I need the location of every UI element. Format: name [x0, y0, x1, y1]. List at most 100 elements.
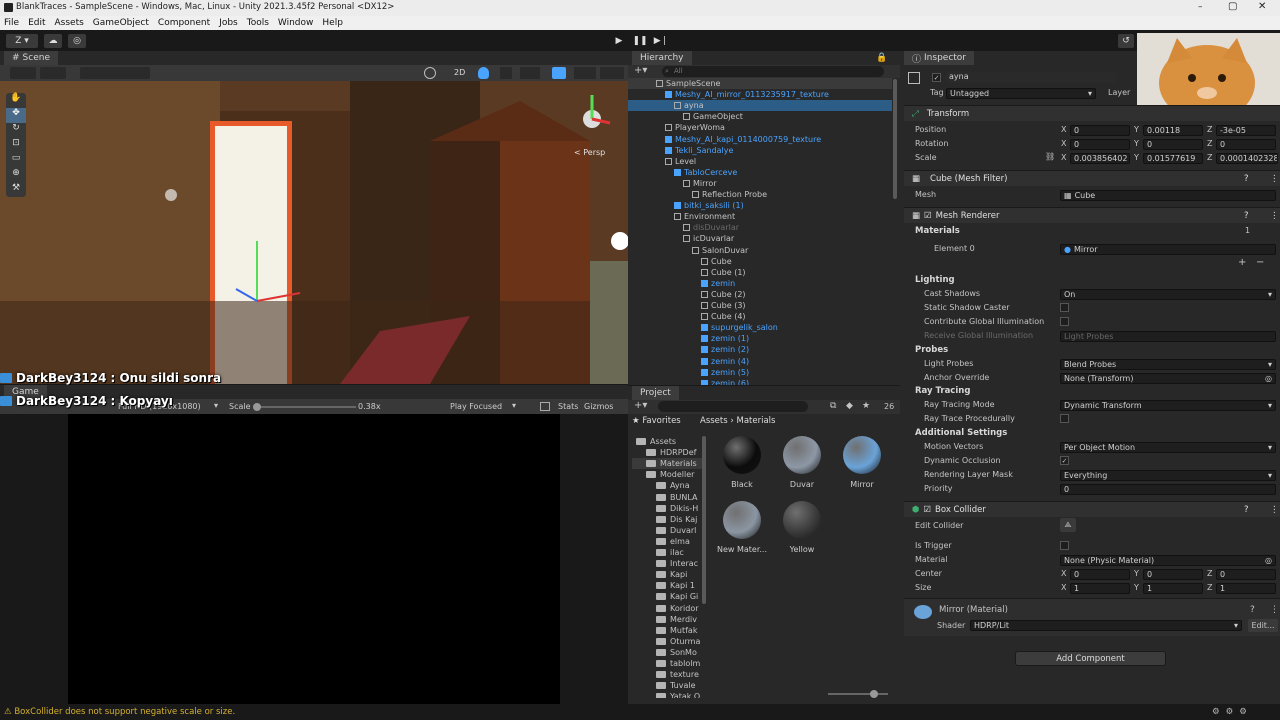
hierarchy-item[interactable]: SalonDuvar [628, 245, 892, 256]
menu-jobs[interactable]: Jobs [219, 18, 238, 28]
material-asset[interactable]: Duvar [774, 436, 830, 489]
anchor-override-field[interactable]: None (Transform) ◎ [1060, 373, 1276, 384]
shader-edit-button[interactable]: Edit... [1248, 619, 1278, 632]
create-asset-button[interactable]: +▾ [634, 400, 647, 411]
scale-slider[interactable] [253, 403, 356, 411]
link-icon[interactable]: ⛓ [1045, 152, 1055, 161]
material-asset[interactable]: Mirror [834, 436, 890, 489]
hierarchy-item[interactable]: zemin (5) [628, 367, 892, 378]
tab-scene[interactable]: # Scene [4, 51, 58, 65]
project-folder[interactable]: SonMo [632, 647, 702, 658]
toggle-2d-button[interactable]: 2D [454, 68, 465, 77]
hierarchy-item[interactable]: zemin (4) [628, 356, 892, 367]
project-folder[interactable]: Koridor [632, 603, 702, 614]
hierarchy-item[interactable]: SampleScene [628, 78, 892, 89]
tab-inspector[interactable]: ⓘ Inspector [904, 51, 974, 65]
hierarchy-item[interactable]: Reflection Probe [628, 189, 892, 200]
rendering-layer-mask-dropdown[interactable]: Everything ▾ [1060, 470, 1276, 481]
audio-toggle-icon[interactable] [500, 67, 512, 79]
scale-y-field[interactable]: 0.01577619 [1143, 153, 1203, 164]
project-folder[interactable]: texture [632, 669, 702, 680]
help-icon[interactable]: ? [1244, 505, 1249, 515]
minimize-button[interactable]: – [1198, 2, 1203, 12]
materials-label[interactable]: Materials [915, 226, 960, 236]
priority-field[interactable]: 0 [1060, 484, 1276, 495]
global-toggle-icon[interactable] [600, 67, 624, 79]
menu-gameobject[interactable]: GameObject [93, 18, 149, 28]
collab-icon[interactable]: ◎ [68, 34, 86, 48]
project-folder[interactable]: Duvarl [632, 525, 702, 536]
hierarchy-item[interactable]: Meshy_AI_kapi_0114000759_texture [628, 134, 892, 145]
menu-assets[interactable]: Assets [55, 18, 84, 28]
hierarchy-item[interactable]: zemin (6) [628, 378, 892, 385]
project-folder[interactable]: ilac [632, 547, 702, 558]
stats-button[interactable]: Stats [558, 402, 578, 411]
project-folder[interactable]: Kapi 1 [632, 580, 702, 591]
thumbnail-slider-handle[interactable] [870, 690, 878, 698]
rotation-y-field[interactable]: 0 [1143, 139, 1203, 150]
project-folder[interactable]: elma [632, 536, 702, 547]
center-x-field[interactable]: 0 [1070, 569, 1130, 580]
is-trigger-checkbox[interactable] [1060, 541, 1069, 550]
tag-dropdown[interactable]: Untagged ▾ [946, 88, 1096, 99]
maximize-button[interactable]: ▢ [1228, 1, 1237, 12]
hierarchy-item[interactable]: Tekli_Sandalye [628, 145, 892, 156]
lighting-toggle-icon[interactable] [478, 67, 489, 79]
material-asset[interactable]: Black [714, 436, 770, 489]
scale-x-field[interactable]: 0.003856402 [1070, 153, 1130, 164]
project-folder[interactable]: Merdiv [632, 614, 702, 625]
size-x-field[interactable]: 1 [1070, 583, 1130, 594]
gizmos-button[interactable]: Gizmos [584, 402, 613, 411]
project-folder[interactable]: Ayna [632, 480, 702, 491]
close-button[interactable]: ✕ [1258, 1, 1266, 12]
scale-tool-icon[interactable]: ⊡ [6, 138, 26, 153]
material-asset[interactable]: Yellow [774, 501, 830, 554]
breadcrumb-assets[interactable]: Assets [700, 416, 728, 426]
center-y-field[interactable]: 0 [1143, 569, 1203, 580]
favorite-icon[interactable]: ★ [862, 401, 870, 411]
position-y-field[interactable]: 0.00118 [1143, 125, 1203, 136]
project-folder[interactable]: Yatak O [632, 691, 702, 698]
project-folder[interactable]: Modeller [632, 469, 702, 480]
hierarchy-item[interactable]: Mirror [628, 178, 892, 189]
project-folder[interactable]: Oturma [632, 636, 702, 647]
project-folder[interactable]: tablolm [632, 658, 702, 669]
hierarchy-item[interactable]: GameObject [628, 111, 892, 122]
add-component-button[interactable]: Add Component [1015, 651, 1166, 666]
static-shadow-caster-checkbox[interactable] [1060, 303, 1069, 312]
ray-tracing-label[interactable]: Ray Tracing [915, 386, 970, 396]
scene-viewport[interactable]: < Persp ✋ ✥ ↻ ⊡ ▭ ⊕ ⚒ [0, 81, 628, 384]
physic-material-field[interactable]: None (Physic Material) ◎ [1060, 555, 1276, 566]
hierarchy-item[interactable]: icDuvarlar [628, 233, 892, 244]
status-bar[interactable]: ⚠ BoxCollider does not support negative … [0, 704, 1280, 720]
gizmos-dropdown[interactable] [574, 67, 596, 79]
project-folder[interactable]: Mutfak [632, 625, 702, 636]
persp-label[interactable]: < Persp [574, 148, 605, 157]
mesh-filter-header[interactable]: ▦ Cube (Mesh Filter) ? ⋮ [904, 170, 1280, 186]
motion-vectors-dropdown[interactable]: Per Object Motion ▾ [1060, 442, 1276, 453]
custom-tool-icon[interactable]: ⚒ [6, 183, 26, 197]
effects-toggle-icon[interactable] [520, 67, 540, 79]
hierarchy-item[interactable]: disDuvarlar [628, 222, 892, 233]
project-folder[interactable]: HDRPDef [632, 447, 702, 458]
breadcrumb-materials[interactable]: Materials [736, 416, 775, 426]
remove-material-button[interactable]: − [1256, 257, 1264, 268]
hierarchy-item[interactable]: zemin [628, 278, 892, 289]
hierarchy-item[interactable]: zemin (1) [628, 333, 892, 344]
favorites-header[interactable]: ★ Favorites [632, 416, 681, 426]
hierarchy-search-input[interactable]: ⌕ All [662, 66, 884, 77]
center-z-field[interactable]: 0 [1216, 569, 1276, 580]
ray-trace-procedurally-checkbox[interactable] [1060, 414, 1069, 423]
hidden-objects-icon[interactable] [552, 67, 566, 79]
add-material-button[interactable]: + [1238, 257, 1246, 268]
light-probes-dropdown[interactable]: Blend Probes ▾ [1060, 359, 1276, 370]
hierarchy-item[interactable]: bitki_saksili (1) [628, 200, 892, 211]
tab-hierarchy[interactable]: Hierarchy [632, 51, 692, 65]
project-folder[interactable]: Tuvale [632, 680, 702, 691]
hierarchy-item[interactable]: zemin (2) [628, 344, 892, 355]
grid-snap-button[interactable] [80, 67, 150, 79]
history-icon[interactable]: ↺ [1118, 34, 1134, 48]
project-folder[interactable]: Materials [632, 458, 702, 470]
help-icon[interactable]: ? [1244, 174, 1249, 184]
help-icon[interactable]: ? [1250, 605, 1255, 615]
